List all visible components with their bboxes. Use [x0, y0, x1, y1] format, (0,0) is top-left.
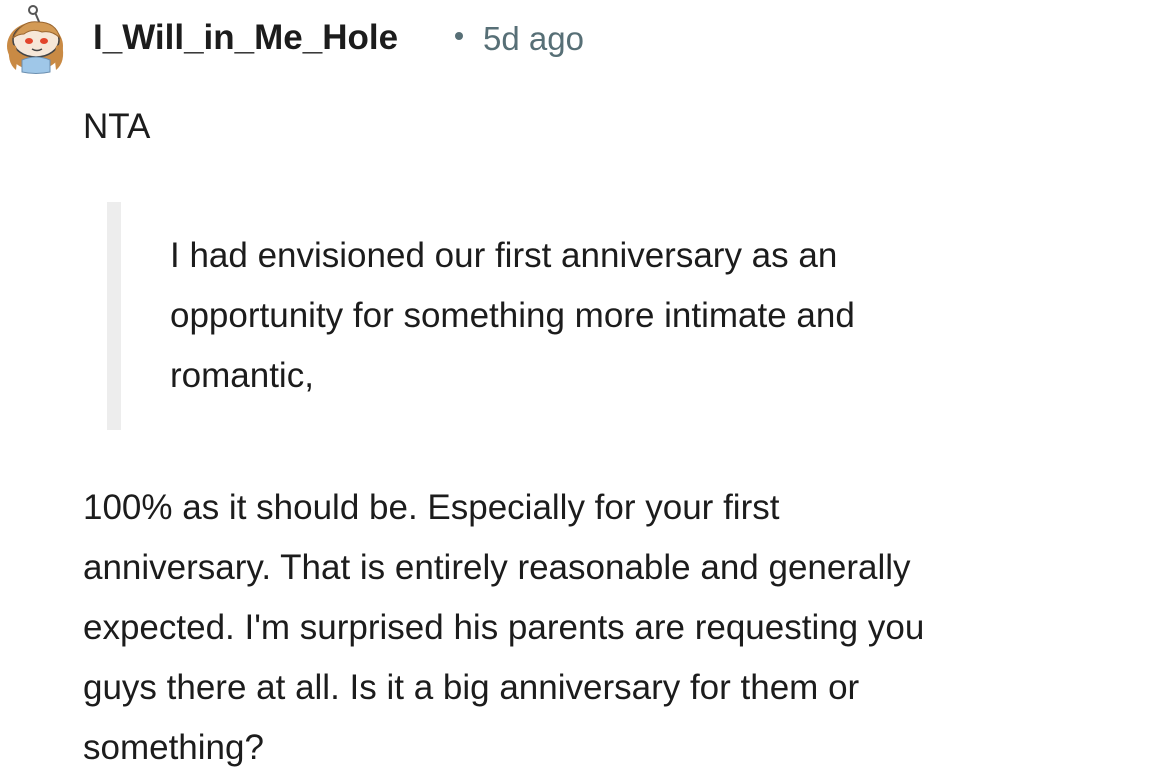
blockquote-line: romantic, — [170, 356, 314, 395]
separator-dot — [455, 32, 463, 40]
blockquote-line: I had envisioned our first anniversary a… — [170, 236, 838, 275]
comment-body-line: 100% as it should be. Especially for you… — [83, 488, 780, 527]
comment-body-line: guys there at all. Is it a big anniversa… — [83, 668, 860, 707]
blockquote-bar — [107, 202, 121, 430]
comment-header: I_Will_in_Me_Hole 5d ago — [0, 0, 1152, 80]
comment-verdict: NTA — [83, 107, 151, 146]
comment-body-line: something? — [83, 728, 264, 767]
comment-body: 100% as it should be. Especially for you… — [83, 478, 1148, 778]
blockquote-line: opportunity for something more intimate … — [170, 296, 855, 335]
blockquote: I had envisioned our first anniversary a… — [170, 226, 1070, 406]
username-link[interactable]: I_Will_in_Me_Hole — [93, 18, 398, 58]
avatar[interactable] — [2, 4, 68, 76]
comment-body-line: anniversary. That is entirely reasonable… — [83, 548, 911, 587]
comment-body-line: expected. I'm surprised his parents are … — [83, 608, 925, 647]
timestamp[interactable]: 5d ago — [483, 20, 584, 58]
comment: I_Will_in_Me_Hole 5d ago NTA I had envis… — [0, 0, 1152, 775]
snoo-avatar-icon — [7, 5, 64, 74]
